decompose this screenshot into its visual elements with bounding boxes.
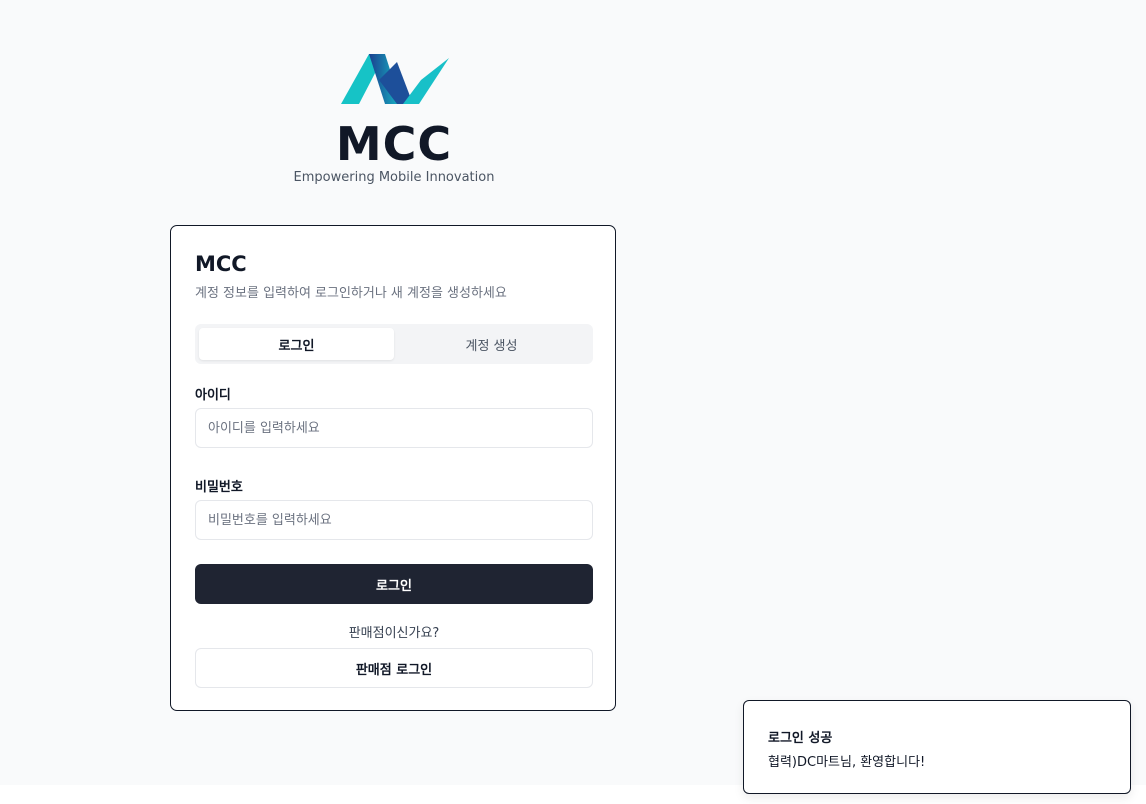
password-input[interactable] — [195, 500, 593, 540]
auth-tabs: 로그인 계정 생성 — [195, 324, 593, 364]
toast-message: 협력)DC마트님, 환영합니다! — [768, 755, 926, 770]
card-title: MCC — [195, 252, 247, 276]
card-description: 계정 정보를 입력하여 로그인하거나 새 계정을 생성하세요 — [195, 286, 507, 301]
id-input[interactable] — [195, 408, 593, 448]
mcc-logo-icon — [341, 54, 449, 104]
brand-tagline: Empowering Mobile Innovation — [293, 170, 495, 185]
login-button[interactable]: 로그인 — [195, 564, 593, 604]
login-success-toast[interactable]: 로그인 성공 협력)DC마트님, 환영합니다! — [743, 700, 1131, 794]
brand-header: MCC Empowering Mobile Innovation — [170, 50, 618, 185]
login-card: MCC 계정 정보를 입력하여 로그인하거나 새 계정을 생성하세요 로그인 계… — [170, 225, 616, 711]
toast-title: 로그인 성공 — [768, 731, 833, 746]
store-question-text: 판매점이신가요? — [348, 626, 440, 641]
brand-name: MCC — [335, 117, 453, 171]
store-login-button[interactable]: 판매점 로그인 — [195, 648, 593, 688]
id-label: 아이디 — [195, 388, 231, 403]
password-label: 비밀번호 — [195, 480, 243, 495]
tab-create-account[interactable]: 계정 생성 — [394, 328, 589, 360]
tab-login[interactable]: 로그인 — [199, 328, 394, 360]
